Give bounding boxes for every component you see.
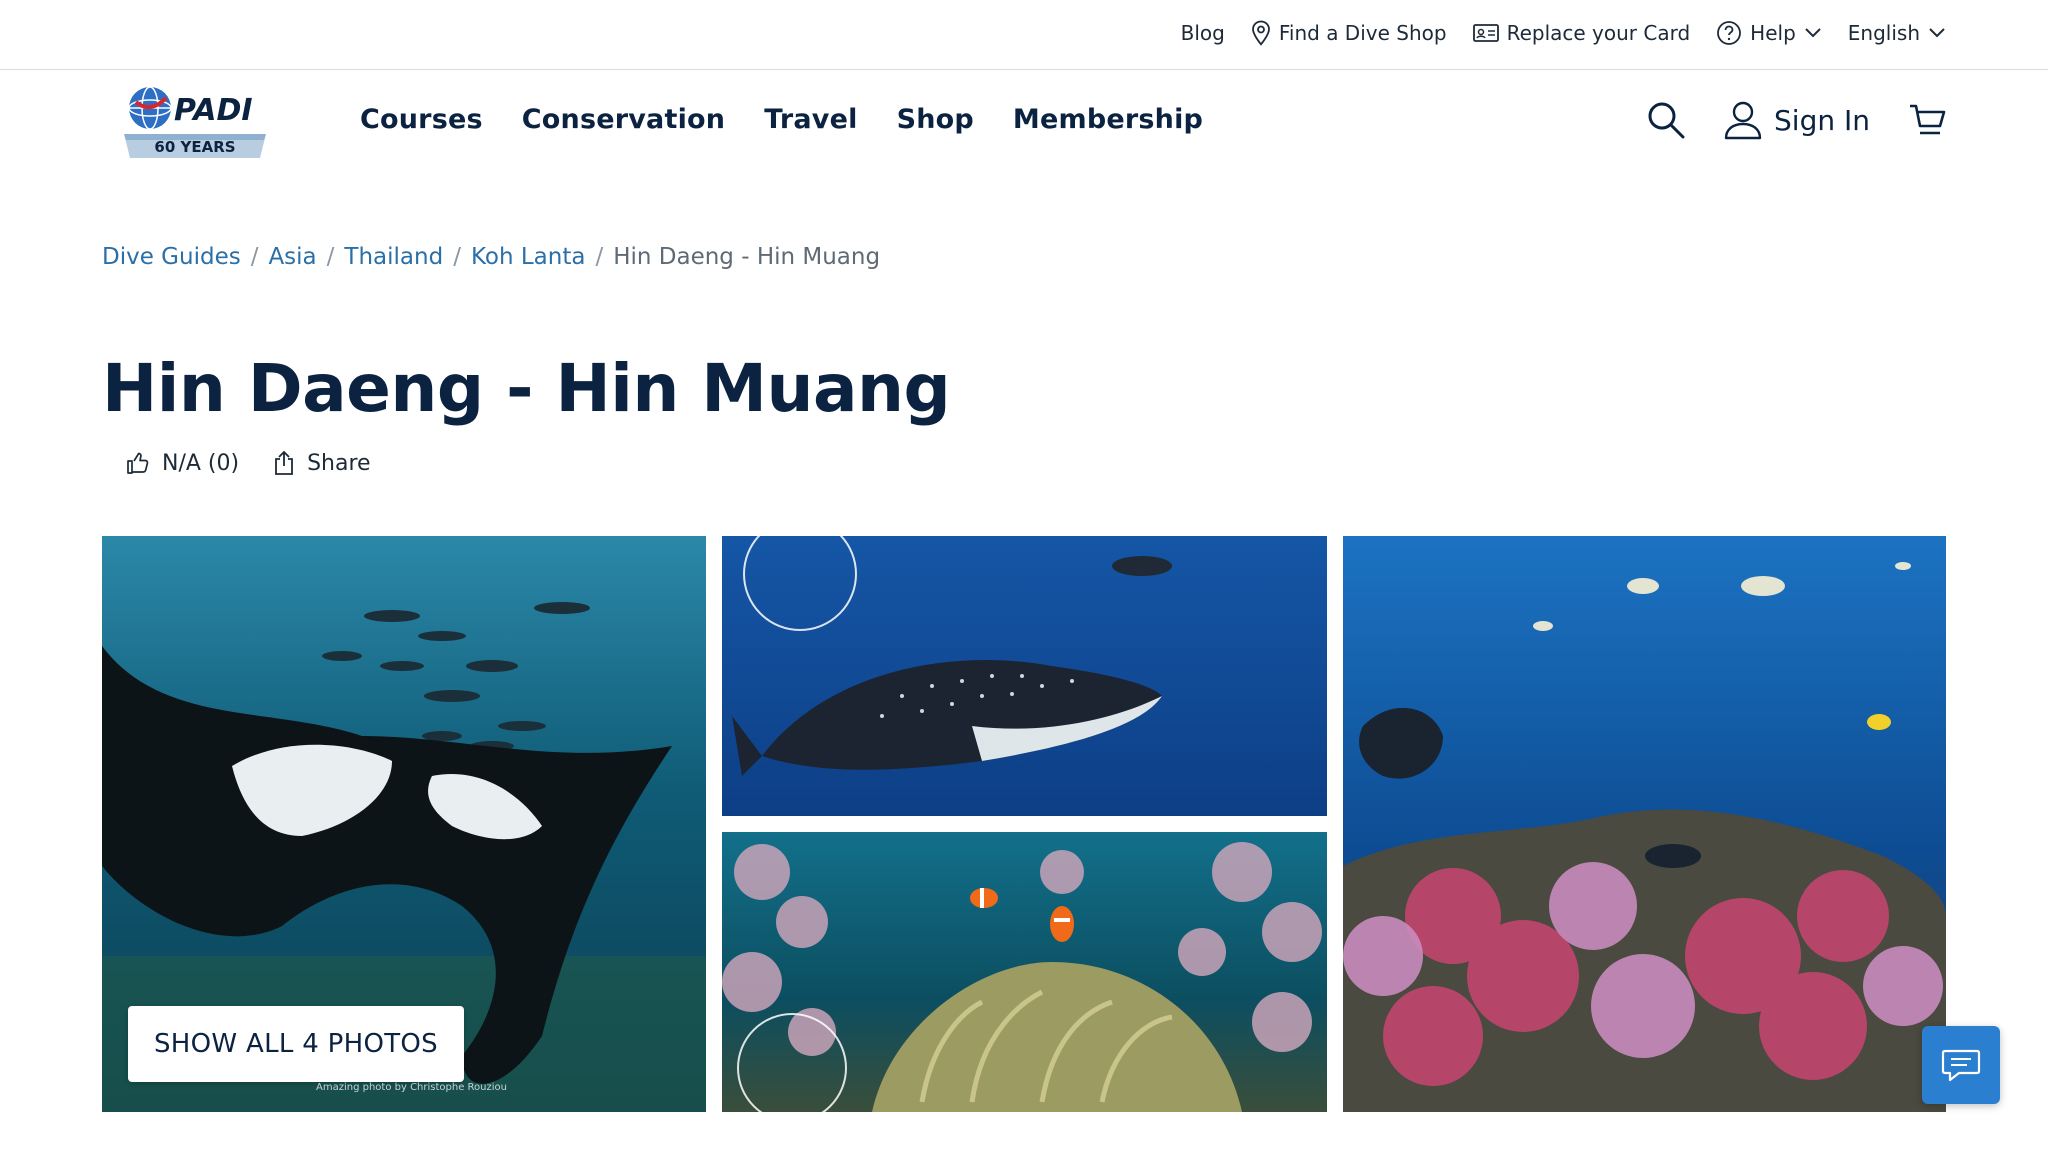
nav-actions: Sign In: [1646, 100, 1946, 140]
svg-text:PADI: PADI: [174, 93, 253, 128]
breadcrumb-link-koh-lanta[interactable]: Koh Lanta: [471, 244, 586, 270]
padi-logo[interactable]: PADI 60 YEARS: [122, 84, 268, 162]
nav-shop[interactable]: Shop: [897, 104, 974, 135]
user-icon: [1724, 101, 1762, 140]
cart-icon[interactable]: [1908, 101, 1946, 139]
help-circle-icon: [1717, 21, 1742, 45]
chevron-down-icon: [1929, 28, 1945, 38]
clownfish-illustration: [722, 842, 1322, 1112]
help-menu[interactable]: Help: [1716, 20, 1822, 46]
breadcrumb: Dive Guides / Asia / Thailand / Koh Lant…: [102, 244, 880, 270]
primary-nav: Courses Conservation Travel Shop Members…: [360, 104, 1203, 135]
main-nav: PADI 60 YEARS Courses Conservation Trave…: [0, 70, 2048, 176]
padi-logo-mark: PADI 60 YEARS: [124, 86, 266, 158]
blog-link-label: Blog: [1180, 21, 1225, 45]
photo-coral-reef-diver[interactable]: [1343, 536, 1946, 1112]
photo-whale-shark[interactable]: [722, 536, 1327, 816]
breadcrumb-separator: /: [595, 244, 604, 270]
help-label: Help: [1750, 21, 1796, 45]
breadcrumb-current: Hin Daeng - Hin Muang: [613, 244, 881, 270]
breadcrumb-separator: /: [326, 244, 335, 270]
photo-credit: Amazing photo by Christophe Rouziou: [316, 1082, 507, 1093]
map-pin-icon: [1251, 20, 1270, 46]
replace-card-link[interactable]: Replace your Card: [1472, 21, 1691, 45]
breadcrumb-separator: /: [250, 244, 259, 270]
language-select[interactable]: English: [1848, 21, 1946, 45]
photo-clownfish-anemone[interactable]: [722, 832, 1327, 1112]
breadcrumb-link-asia[interactable]: Asia: [268, 244, 316, 270]
find-dive-shop-label: Find a Dive Shop: [1278, 21, 1447, 45]
share-icon: [275, 450, 293, 475]
photo-gallery: SHOW ALL 4 PHOTOS Amazing photo by Chris…: [102, 536, 1946, 1112]
sign-in-label: Sign In: [1774, 103, 1870, 137]
search-icon[interactable]: [1646, 100, 1686, 140]
whale-shark-illustration: [732, 536, 1172, 776]
nav-membership[interactable]: Membership: [1013, 104, 1203, 135]
nav-travel[interactable]: Travel: [764, 104, 857, 135]
breadcrumb-link-dive-guides[interactable]: Dive Guides: [102, 244, 241, 270]
utility-links: Blog Find a Dive Shop Replace your Card: [1181, 20, 1946, 46]
logo-tagline: 60 YEARS: [154, 138, 235, 156]
chat-button[interactable]: [1922, 1026, 2000, 1104]
id-card-icon: [1472, 24, 1499, 42]
sign-in-button[interactable]: Sign In: [1724, 100, 1870, 140]
page-title: Hin Daeng - Hin Muang: [102, 350, 951, 427]
blog-link[interactable]: Blog: [1181, 21, 1225, 45]
utility-bar: Blog Find a Dive Shop Replace your Card: [0, 0, 2048, 70]
chat-bubble-icon: [1941, 1049, 1981, 1082]
chevron-down-icon: [1805, 28, 1821, 38]
replace-card-label: Replace your Card: [1506, 21, 1691, 45]
share-button[interactable]: Share: [273, 450, 371, 476]
nav-conservation[interactable]: Conservation: [522, 104, 725, 135]
breadcrumb-separator: /: [453, 244, 461, 270]
photo-manta-ray[interactable]: SHOW ALL 4 PHOTOS Amazing photo by Chris…: [102, 536, 706, 1112]
site-meta-row: N/A (0) Share: [126, 450, 371, 476]
find-dive-shop-link[interactable]: Find a Dive Shop: [1251, 20, 1447, 46]
thumbs-up-icon: [127, 452, 149, 474]
show-all-photos-button[interactable]: SHOW ALL 4 PHOTOS: [128, 1006, 464, 1082]
rating-button[interactable]: N/A (0): [126, 451, 239, 476]
breadcrumb-link-thailand[interactable]: Thailand: [344, 244, 443, 270]
nav-courses[interactable]: Courses: [360, 104, 483, 135]
share-label: Share: [307, 450, 371, 476]
coral-reef-illustration: [1343, 562, 1946, 1112]
rating-label: N/A (0): [162, 450, 240, 476]
language-label: English: [1847, 21, 1920, 45]
